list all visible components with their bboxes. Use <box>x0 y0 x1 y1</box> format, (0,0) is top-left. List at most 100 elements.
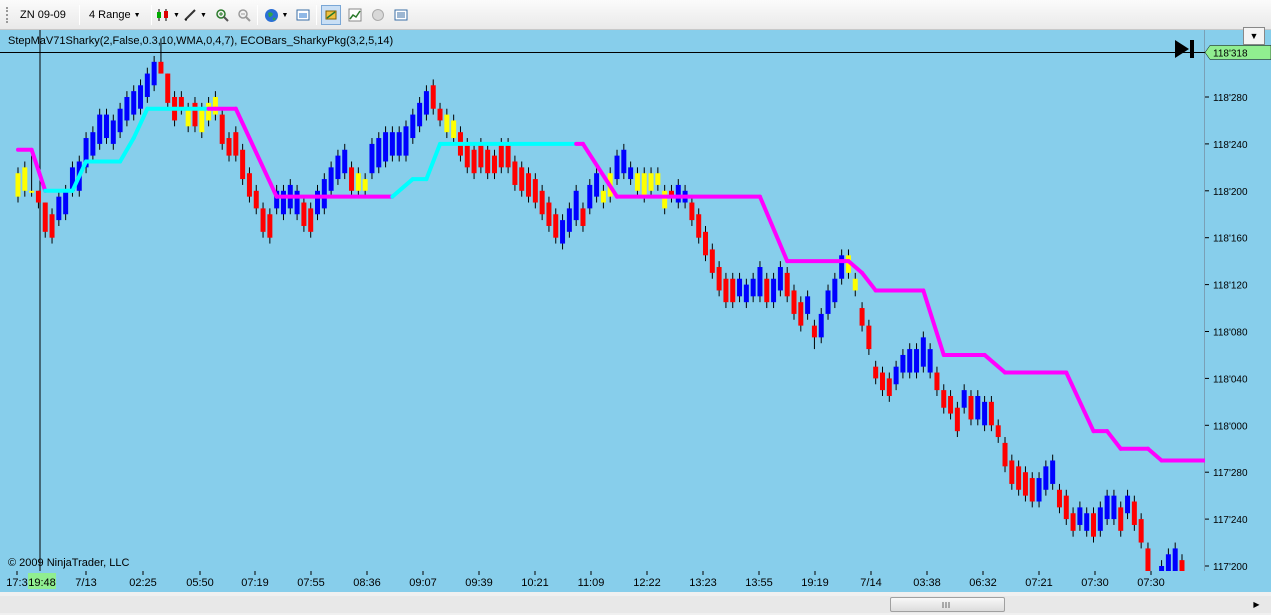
price-marker-label: 118'318 <box>1213 48 1248 59</box>
scrollbar-thumb[interactable] <box>890 597 1005 612</box>
candle-body <box>301 202 307 226</box>
candle-body <box>280 190 286 215</box>
candle-body <box>961 390 967 408</box>
candle-body <box>798 302 804 326</box>
candle-body <box>988 401 994 426</box>
candle-body <box>1084 513 1090 531</box>
candle-body <box>852 278 858 291</box>
grip-handle <box>6 5 9 25</box>
candle-body <box>573 190 579 221</box>
candle-body <box>110 120 116 144</box>
candle-body <box>886 378 892 396</box>
candle-body <box>621 149 627 174</box>
chevron-down-icon: ▼ <box>1249 31 1259 41</box>
pencil-icon <box>184 9 196 21</box>
candle-body <box>532 179 538 203</box>
candle-body <box>35 190 41 203</box>
candle-body <box>192 102 198 127</box>
candle-body <box>478 143 484 168</box>
candlestick-icon <box>157 9 169 21</box>
candle-body <box>566 208 572 232</box>
step-ma-segment <box>982 352 1008 375</box>
candle-body <box>49 214 55 238</box>
data-box-button[interactable] <box>391 5 411 25</box>
record-button[interactable] <box>368 5 388 25</box>
candle-body <box>914 349 920 373</box>
time-tick-label: 11:09 <box>578 577 605 589</box>
scroll-right-button[interactable]: ▶ <box>1248 596 1265 613</box>
candle-body <box>1138 519 1144 543</box>
candle-body <box>709 249 715 273</box>
chevron-down-icon: ▼ <box>281 11 289 19</box>
globe-button[interactable]: ▼ <box>263 5 289 25</box>
candle-body <box>771 278 777 303</box>
candle-body <box>553 214 559 238</box>
step-ma-segment <box>390 177 415 199</box>
candle-body <box>246 173 252 197</box>
candle-body <box>873 366 879 379</box>
candle-body <box>750 278 756 297</box>
candle-body <box>349 167 355 191</box>
panel-menu-button[interactable]: ▼ <box>1243 27 1265 45</box>
candle-body <box>56 196 62 221</box>
candle-body <box>1016 466 1022 490</box>
strategy-chart-icon <box>348 8 362 22</box>
strategy-button[interactable] <box>345 5 365 25</box>
chevron-down-icon: ▼ <box>133 11 141 19</box>
candle-body <box>498 143 504 168</box>
price-tick-label: 117'280 <box>1213 468 1248 479</box>
candle-body <box>97 114 103 144</box>
chart-window: ZN 09-09 4 Range ▼ ▼ ▼ ▼ StepMaV71Sharky… <box>0 0 1271 615</box>
candle-body <box>90 132 96 156</box>
candle-body <box>594 173 600 197</box>
candle-body <box>1056 489 1062 508</box>
candle-body <box>1043 466 1049 490</box>
toolbar-separator <box>151 5 152 25</box>
candle-body <box>832 278 838 303</box>
data-series-button[interactable] <box>321 5 341 25</box>
candle-body <box>383 132 389 162</box>
draw-tool-button[interactable]: ▼ <box>183 5 207 25</box>
price-panel[interactable]: StepMaV71Sharky(2,False,0.3,10,WMA,0,4,7… <box>0 30 1205 571</box>
time-tick-label: 06:32 <box>969 577 997 589</box>
candle-body <box>1172 548 1178 571</box>
candle-body <box>355 173 361 191</box>
candle-body <box>614 155 620 180</box>
candle-body <box>1009 460 1015 484</box>
candle-body <box>389 132 395 156</box>
candle-body <box>29 190 35 193</box>
step-ma-segment <box>118 136 136 164</box>
candle-body <box>689 202 695 221</box>
axis-corner <box>1205 571 1271 592</box>
candle-body <box>1179 560 1185 571</box>
candle-body <box>144 73 150 97</box>
chart-style-button[interactable]: ▼ <box>156 5 180 25</box>
candle-body <box>879 372 885 391</box>
candle-body <box>1063 495 1069 520</box>
candle-body <box>1050 460 1056 484</box>
horizontal-scrollbar[interactable]: ▶ <box>0 596 1271 613</box>
instrument-label: ZN 09-09 <box>20 9 66 21</box>
zoom-in-button[interactable] <box>212 5 232 25</box>
zoom-out-button[interactable] <box>234 5 254 25</box>
candle-body <box>730 278 736 303</box>
time-tick-label: 05:50 <box>186 577 214 589</box>
price-axis[interactable]: 118'280 118'240 118'200 118'160 118'120 118'0… <box>1205 30 1271 571</box>
price-tick-label: 118'200 <box>1213 187 1248 198</box>
time-tick-label: 07:19 <box>241 577 269 589</box>
candle-body <box>42 202 48 232</box>
bar-type-selector[interactable]: 4 Range ▼ <box>89 5 141 25</box>
instrument-selector[interactable]: ZN 09-09 <box>20 5 66 25</box>
candle-body <box>580 208 586 226</box>
candle-body <box>696 214 702 238</box>
candle-body <box>403 126 409 156</box>
scroll-to-end-icon[interactable] <box>1174 39 1196 59</box>
properties-button[interactable] <box>293 5 313 25</box>
time-tick-label: 10:21 <box>521 577 549 589</box>
candle-body <box>1091 513 1097 537</box>
candle-body <box>1077 507 1083 525</box>
candle-body <box>138 85 144 109</box>
time-axis[interactable]: 17:3 7/13 02:25 05:50 07:19 07:55 08:36 09:07 09… <box>0 571 1205 592</box>
candle-body <box>982 401 988 426</box>
candle-body <box>267 214 273 238</box>
